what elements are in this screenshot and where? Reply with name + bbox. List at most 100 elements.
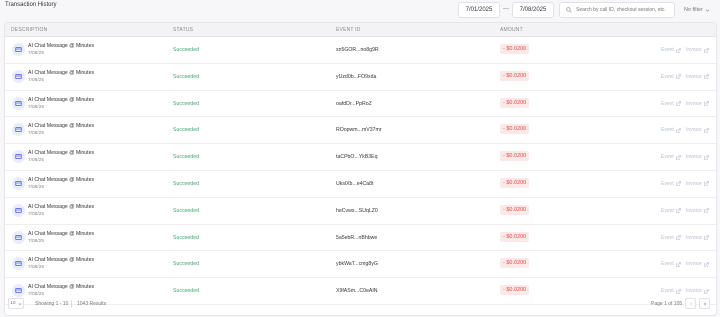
- invoice-link-label: Invoice: [686, 288, 702, 295]
- external-link-icon: [675, 128, 681, 133]
- invoice-link[interactable]: Invoice: [686, 235, 709, 241]
- pagination-bar: 10 Showing 1 - 10 1043 Results Page 1 of…: [4, 297, 716, 311]
- row-date: 7/08/25: [28, 184, 45, 190]
- external-link-icon: [704, 74, 709, 80]
- page-indicator: Page 1 of 105: [651, 301, 683, 307]
- filter-dropdown[interactable]: No filter: [684, 4, 710, 16]
- date-from-picker[interactable]: 7/01/2025: [458, 2, 500, 18]
- event-link[interactable]: Event: [661, 235, 681, 241]
- table-body: AI Chat Message @ Minutes 7/08/25 Succeede…: [5, 37, 716, 305]
- invoice-link[interactable]: Invoice: [686, 127, 709, 133]
- page-size-value: 10: [10, 301, 16, 306]
- invoice-link-label: Invoice: [686, 127, 702, 134]
- event-link-label: Event: [661, 154, 674, 161]
- external-link-icon: [675, 47, 681, 53]
- status-text: Succeeded: [173, 73, 199, 80]
- external-link-icon: [675, 154, 681, 160]
- table-row[interactable]: AI Chat Message @ Minutes 7/08/25 Succeede…: [5, 171, 716, 198]
- row-date: 7/08/25: [28, 265, 45, 271]
- row-description: AI Chat Message @ Minutes: [28, 123, 95, 130]
- search-input[interactable]: [576, 7, 671, 13]
- row-icon: [12, 69, 25, 83]
- event-link[interactable]: Event: [661, 154, 681, 160]
- invoice-link-label: Invoice: [686, 261, 702, 268]
- event-link[interactable]: Event: [661, 181, 681, 187]
- external-link-icon: [704, 101, 709, 106]
- invoice-link[interactable]: Invoice: [686, 47, 709, 53]
- invoice-link-label: Invoice: [686, 234, 702, 241]
- event-link[interactable]: Event: [661, 74, 681, 80]
- row-icon: [12, 284, 25, 298]
- message-card-icon: [15, 100, 22, 106]
- invoice-link[interactable]: Invoice: [686, 181, 709, 187]
- previous-page-button[interactable]: [685, 298, 696, 309]
- invoice-link[interactable]: Invoice: [686, 101, 709, 107]
- amount-badge: - $0.0200: [500, 177, 530, 188]
- message-card-icon: [15, 73, 22, 79]
- event-link-label: Event: [661, 73, 674, 80]
- message-card-icon: [15, 261, 22, 267]
- table-row[interactable]: AI Chat Message @ Minutes 7/08/25 Succeede…: [5, 117, 716, 145]
- message-card-icon: [15, 127, 22, 133]
- filter-label: No filter: [684, 7, 703, 13]
- invoice-link[interactable]: Invoice: [686, 208, 709, 214]
- event-link[interactable]: Event: [661, 47, 681, 53]
- invoice-link-label: Invoice: [686, 180, 702, 187]
- invoice-link[interactable]: Invoice: [686, 288, 709, 294]
- event-id: UkslXb...e4Ca8t: [336, 180, 374, 187]
- table-row[interactable]: AI Chat Message @ Minutes 7/08/25 Succeede…: [5, 225, 716, 252]
- invoice-link[interactable]: Invoice: [686, 154, 709, 160]
- event-id: ybkWaT...cmg8yG: [336, 261, 378, 268]
- event-id: oafdDr...PpRoZ: [336, 100, 372, 107]
- event-link[interactable]: Event: [661, 208, 681, 214]
- column-header-description: DESCRIPTION: [11, 27, 48, 33]
- table-row[interactable]: AI Chat Message @ Minutes 7/08/25 Succeede…: [5, 251, 716, 279]
- amount-badge: - $0.0200: [500, 44, 530, 54]
- event-id: heCvws...SUqLZ0: [336, 207, 378, 214]
- table-row[interactable]: AI Chat Message @ Minutes 7/08/25 Succeede…: [5, 64, 716, 91]
- row-description: AI Chat Message @ Minutes: [28, 230, 95, 237]
- row-date: 7/08/25: [28, 211, 45, 217]
- page-size-select[interactable]: 10: [8, 298, 24, 309]
- row-date: 7/08/25: [28, 104, 45, 110]
- external-link-icon: [675, 208, 681, 214]
- event-link-label: Event: [661, 100, 674, 107]
- message-card-icon: [15, 207, 22, 213]
- row-description: AI Chat Message @ Minutes: [28, 150, 95, 157]
- external-link-icon: [704, 235, 709, 240]
- table-row[interactable]: AI Chat Message @ Minutes 7/08/25 Succeede…: [5, 198, 716, 225]
- next-page-button[interactable]: [699, 298, 710, 309]
- table-row[interactable]: AI Chat Message @ Minutes 7/08/25 Succeede…: [5, 91, 716, 118]
- message-card-icon: [15, 180, 22, 187]
- invoice-link-label: Invoice: [686, 154, 702, 161]
- event-id: sn5GOR...no8g9R: [336, 47, 379, 53]
- column-header-event-id: EVENT ID: [336, 27, 361, 33]
- external-link-icon: [704, 208, 709, 214]
- status-text: Succeeded: [173, 100, 199, 107]
- event-link-label: Event: [661, 234, 674, 241]
- status-text: Succeeded: [173, 234, 199, 241]
- table-row[interactable]: AI Chat Message @ Minutes 7/08/25 Succeede…: [5, 144, 716, 171]
- amount-badge: - $0.0200: [500, 258, 530, 269]
- event-link[interactable]: Event: [661, 127, 681, 133]
- search-box[interactable]: [559, 2, 675, 18]
- date-to-picker[interactable]: 7/08/2025: [512, 2, 554, 18]
- amount-badge: - $0.0200: [500, 70, 530, 81]
- event-link[interactable]: Event: [661, 101, 681, 107]
- chevron-down-icon: [705, 9, 710, 12]
- row-date: 7/08/25: [28, 131, 45, 137]
- table-row[interactable]: AI Chat Message @ Minutes 7/08/25 Succeede…: [5, 37, 716, 64]
- invoice-link[interactable]: Invoice: [686, 261, 709, 267]
- row-date: 7/08/25: [28, 77, 45, 83]
- row-icon: [12, 43, 25, 56]
- status-text: Succeeded: [173, 180, 199, 187]
- event-link-label: Event: [661, 261, 674, 268]
- column-header-status: STATUS: [173, 27, 194, 33]
- external-link-icon: [675, 262, 681, 267]
- event-link[interactable]: Event: [661, 261, 681, 267]
- row-description: AI Chat Message @ Minutes: [28, 43, 95, 49]
- invoice-link[interactable]: Invoice: [686, 74, 709, 80]
- event-link-label: Event: [661, 207, 674, 214]
- status-text: Succeeded: [173, 288, 199, 295]
- event-link[interactable]: Event: [661, 288, 681, 294]
